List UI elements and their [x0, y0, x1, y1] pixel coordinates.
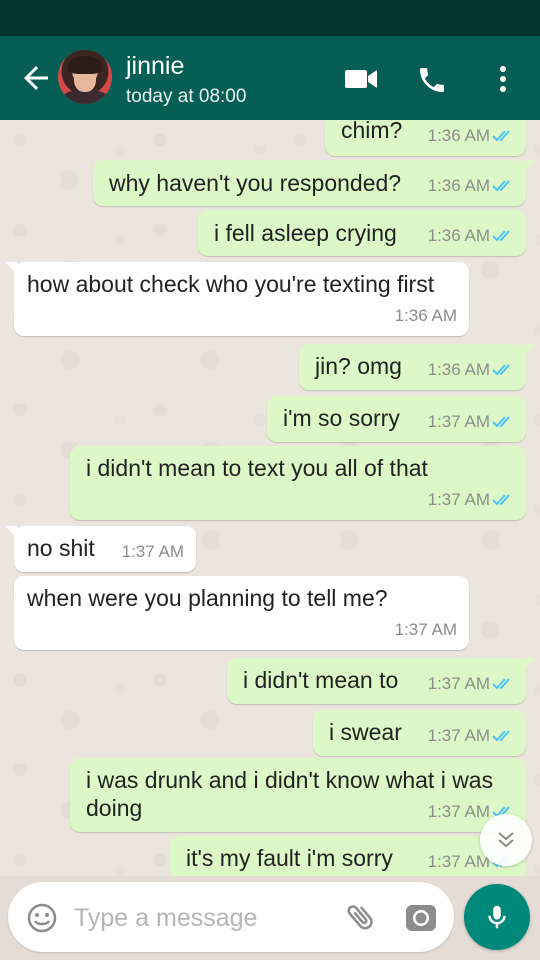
chat-header: jinnie today at 08:00	[0, 36, 540, 120]
message-bubble-outgoing[interactable]: i was drunk and i didn't know what i was…	[70, 758, 526, 832]
double-chevron-down-icon	[498, 832, 514, 848]
microphone-icon	[488, 905, 506, 929]
message-text: when were you planning to tell me?	[27, 585, 388, 611]
double-check-icon	[492, 180, 510, 192]
message-bubble-outgoing[interactable]: i fell asleep crying 1:36 AM	[198, 210, 526, 256]
double-check-icon	[492, 678, 510, 690]
double-check-icon	[492, 230, 510, 242]
double-check-icon	[492, 494, 510, 506]
message-bubble-outgoing[interactable]: i didn't mean to text you all of that 1:…	[70, 446, 526, 520]
message-text: it's my fault i'm sorry	[186, 845, 393, 871]
scroll-to-bottom-button[interactable]	[480, 814, 532, 866]
message-input[interactable]	[74, 900, 334, 936]
more-vertical-icon[interactable]	[494, 64, 512, 94]
message-time: 1:37 AM	[427, 802, 490, 821]
message-time: 1:37 AM	[121, 542, 184, 561]
message-time: 1:37 AM	[427, 490, 490, 509]
double-check-icon	[492, 730, 510, 742]
message-text: jin? omg	[315, 353, 402, 379]
message-time: 1:36 AM	[427, 126, 490, 145]
message-bubble-outgoing[interactable]: it's my fault i'm sorry 1:37 AM	[170, 836, 526, 876]
double-check-icon	[492, 416, 510, 428]
message-list[interactable]: chim? 1:36 AM why haven't you responded?…	[0, 120, 540, 876]
message-composer	[8, 882, 454, 952]
message-time: 1:36 AM	[394, 306, 457, 325]
message-bubble-outgoing[interactable]: i swear 1:37 AM	[313, 710, 526, 756]
message-bubble-incoming[interactable]: how about check who you're texting first…	[5, 262, 469, 336]
message-time: 1:37 AM	[427, 726, 490, 745]
last-seen-status: today at 08:00	[126, 86, 247, 107]
message-text: i didn't mean to text you all of that	[86, 455, 428, 481]
message-text: why haven't you responded?	[109, 170, 402, 196]
avatar[interactable]	[58, 50, 112, 104]
message-bubble-outgoing[interactable]: i didn't mean to 1:37 AM	[227, 658, 535, 704]
message-text: i didn't mean to	[243, 667, 399, 693]
double-check-icon	[492, 130, 510, 142]
message-time: 1:37 AM	[394, 620, 457, 639]
message-bubble-incoming[interactable]: no shit 1:37 AM	[5, 526, 196, 572]
message-text: i fell asleep crying	[214, 220, 397, 246]
emoji-icon[interactable]	[26, 902, 58, 934]
video-camera-icon[interactable]	[345, 68, 377, 90]
message-text: i swear	[329, 719, 402, 745]
message-time: 1:36 AM	[427, 176, 490, 195]
message-bubble-outgoing[interactable]: jin? omg 1:36 AM	[299, 344, 535, 390]
message-time: 1:36 AM	[427, 226, 490, 245]
message-bubble-outgoing[interactable]: i'm so sorry 1:37 AM	[267, 396, 526, 442]
status-bar	[0, 0, 540, 36]
message-bubble-incoming[interactable]: when were you planning to tell me? 1:37 …	[14, 576, 469, 650]
message-text: chim?	[341, 120, 403, 143]
message-time: 1:37 AM	[427, 674, 490, 693]
contact-name[interactable]: jinnie	[126, 52, 184, 81]
message-time: 1:37 AM	[427, 852, 490, 871]
phone-icon[interactable]	[416, 64, 448, 96]
message-time: 1:36 AM	[427, 360, 490, 379]
message-bubble-outgoing[interactable]: chim? 1:36 AM	[325, 120, 535, 156]
message-time: 1:37 AM	[427, 412, 490, 431]
mic-button[interactable]	[464, 884, 530, 950]
message-text: i'm so sorry	[283, 405, 400, 431]
camera-icon[interactable]	[404, 900, 438, 934]
message-bubble-outgoing[interactable]: why haven't you responded? 1:36 AM	[93, 160, 535, 206]
double-check-icon	[492, 364, 510, 376]
message-text: how about check who you're texting first	[27, 271, 435, 297]
back-arrow-icon[interactable]	[18, 60, 54, 96]
paperclip-icon[interactable]	[344, 900, 378, 934]
message-text: no shit	[27, 535, 95, 561]
